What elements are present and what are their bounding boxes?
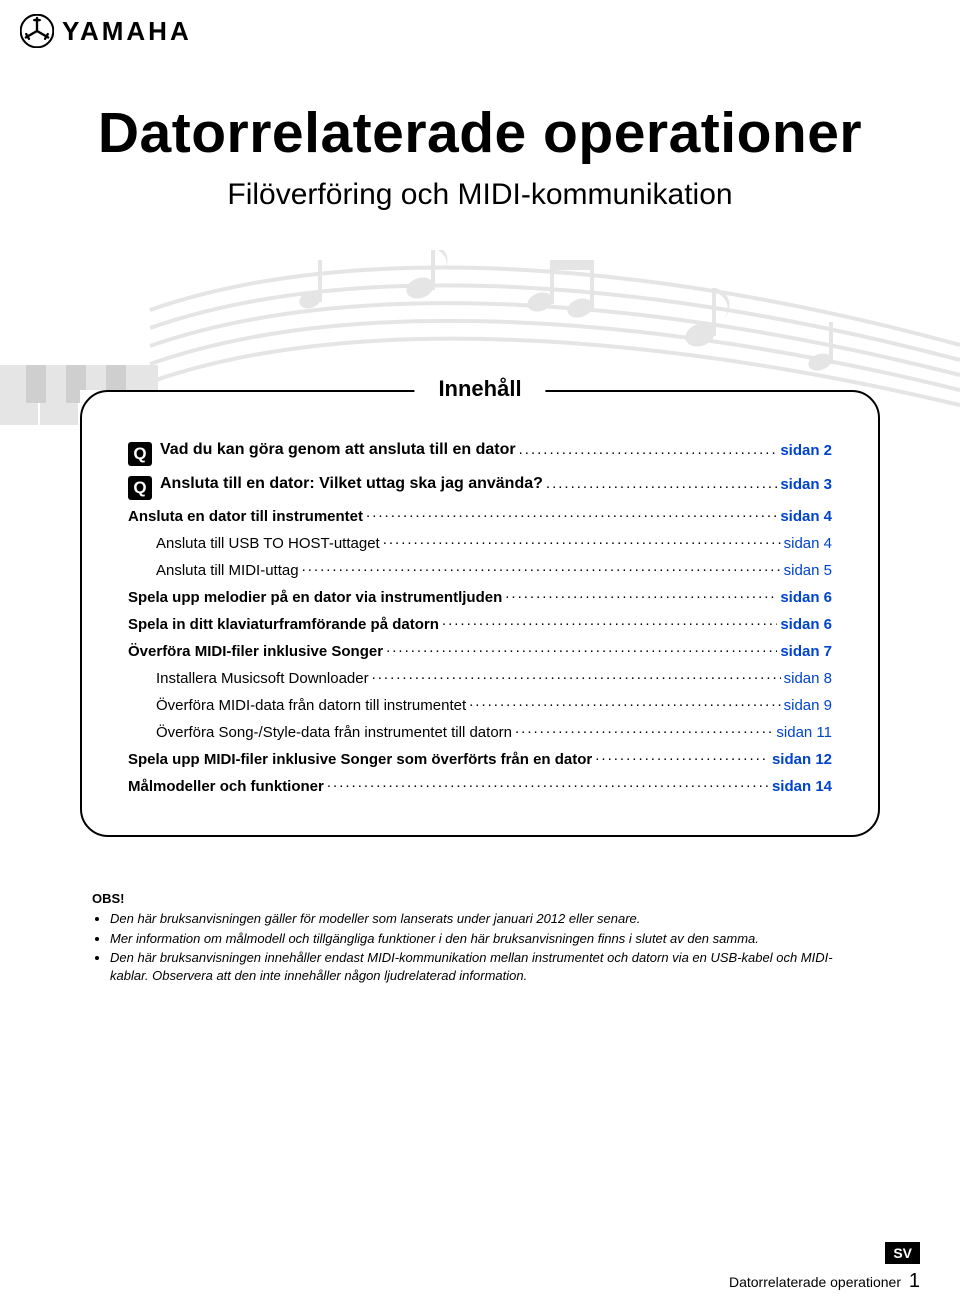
- toc-page-link[interactable]: sidan 4: [784, 535, 832, 552]
- toc-label: Spela in ditt klaviaturframförande på da…: [128, 616, 439, 633]
- toc-box: Innehåll QVad du kan göra genom att ansl…: [80, 390, 880, 837]
- toc-label: Överföra MIDI-data från datorn till inst…: [156, 697, 466, 714]
- toc-row: Överföra Song-/Style-data från instrumen…: [128, 722, 832, 741]
- toc-page-link[interactable]: sidan 7: [780, 643, 832, 660]
- notes-title: OBS!: [92, 891, 868, 906]
- page-footer: SV Datorrelaterade operationer 1: [729, 1242, 920, 1293]
- toc-label: Överföra Song-/Style-data från instrumen…: [156, 724, 512, 741]
- toc-leader-dots: [386, 641, 777, 656]
- toc-label: Ansluta till MIDI-uttag: [156, 562, 299, 579]
- toc-leader-dots: [505, 587, 777, 602]
- toc-page-link[interactable]: sidan 8: [784, 670, 832, 687]
- toc-row: Överföra MIDI-data från datorn till inst…: [128, 695, 832, 714]
- page-title: Datorrelaterade operationer: [0, 100, 960, 166]
- toc-leader-dots: [546, 477, 777, 492]
- toc-page-link[interactable]: sidan 5: [784, 562, 832, 579]
- brand-logo: YAMAHA: [0, 0, 960, 48]
- toc-row: Installera Musicsoft Downloader sidan 8: [128, 668, 832, 687]
- toc-legend: Innehåll: [414, 376, 545, 402]
- toc-leader-dots: [595, 749, 769, 764]
- yamaha-tuning-forks-icon: [20, 14, 54, 48]
- toc-page-link[interactable]: sidan 4: [780, 508, 832, 525]
- toc-leader-dots: [519, 443, 778, 458]
- toc-row: Spela upp MIDI-filer inklusive Songer so…: [128, 749, 832, 768]
- note-item: Den här bruksanvisningen gäller för mode…: [110, 910, 868, 928]
- toc-label: Ansluta till en dator: Vilket uttag ska …: [160, 475, 543, 493]
- toc-row: Ansluta en dator till instrumentet sidan …: [128, 506, 832, 525]
- toc-leader-dots: [327, 776, 769, 791]
- toc-leader-dots: [366, 506, 777, 521]
- toc-page-link[interactable]: sidan 6: [780, 589, 832, 606]
- notes-section: OBS! Den här bruksanvisningen gäller för…: [92, 891, 868, 984]
- footer-page-number: 1: [909, 1270, 920, 1292]
- toc-row: Spela in ditt klaviaturframförande på da…: [128, 614, 832, 633]
- toc-page-link[interactable]: sidan 12: [772, 751, 832, 768]
- toc-row: Ansluta till USB TO HOST-uttaget sidan 4: [128, 533, 832, 552]
- toc-row: QVad du kan göra genom att ansluta till …: [128, 438, 832, 462]
- footer-doc-title: Datorrelaterade operationer: [729, 1274, 901, 1290]
- toc-leader-dots: [372, 668, 781, 683]
- toc-page-link[interactable]: sidan 2: [780, 442, 832, 459]
- toc-row: Målmodeller och funktioner sidan 14: [128, 776, 832, 795]
- toc-page-link[interactable]: sidan 14: [772, 778, 832, 795]
- toc-label: Vad du kan göra genom att ansluta till e…: [160, 441, 516, 459]
- question-icon: Q: [128, 476, 152, 500]
- toc-page-link[interactable]: sidan 3: [780, 476, 832, 493]
- page-subtitle: Filöverföring och MIDI-kommunikation: [0, 178, 960, 212]
- toc-leader-dots: [442, 614, 777, 629]
- toc-row: QAnsluta till en dator: Vilket uttag ska…: [128, 472, 832, 496]
- question-icon: Q: [128, 442, 152, 466]
- toc-row: Överföra MIDI-filer inklusive Songer sida…: [128, 641, 832, 660]
- toc-label: Målmodeller och funktioner: [128, 778, 324, 795]
- language-badge: SV: [885, 1242, 920, 1264]
- toc-row: Spela upp melodier på en dator via instr…: [128, 587, 832, 606]
- toc-page-link[interactable]: sidan 11: [776, 724, 832, 741]
- brand-name: YAMAHA: [62, 16, 192, 47]
- toc-label: Ansluta till USB TO HOST-uttaget: [156, 535, 380, 552]
- note-item: Mer information om målmodell och tillgän…: [110, 930, 868, 948]
- toc-row: Ansluta till MIDI-uttag sidan 5: [128, 560, 832, 579]
- toc-label: Överföra MIDI-filer inklusive Songer: [128, 643, 383, 660]
- toc-label: Installera Musicsoft Downloader: [156, 670, 369, 687]
- toc-leader-dots: [383, 533, 781, 548]
- toc-page-link[interactable]: sidan 6: [780, 616, 832, 633]
- toc-leader-dots: [302, 560, 781, 575]
- toc-leader-dots: [469, 695, 781, 710]
- toc-label: Spela upp melodier på en dator via instr…: [128, 589, 502, 606]
- toc-leader-dots: [515, 722, 773, 737]
- toc-page-link[interactable]: sidan 9: [784, 697, 832, 714]
- toc-label: Spela upp MIDI-filer inklusive Songer so…: [128, 751, 592, 768]
- toc-label: Ansluta en dator till instrumentet: [128, 508, 363, 525]
- note-item: Den här bruksanvisningen innehåller enda…: [110, 949, 868, 984]
